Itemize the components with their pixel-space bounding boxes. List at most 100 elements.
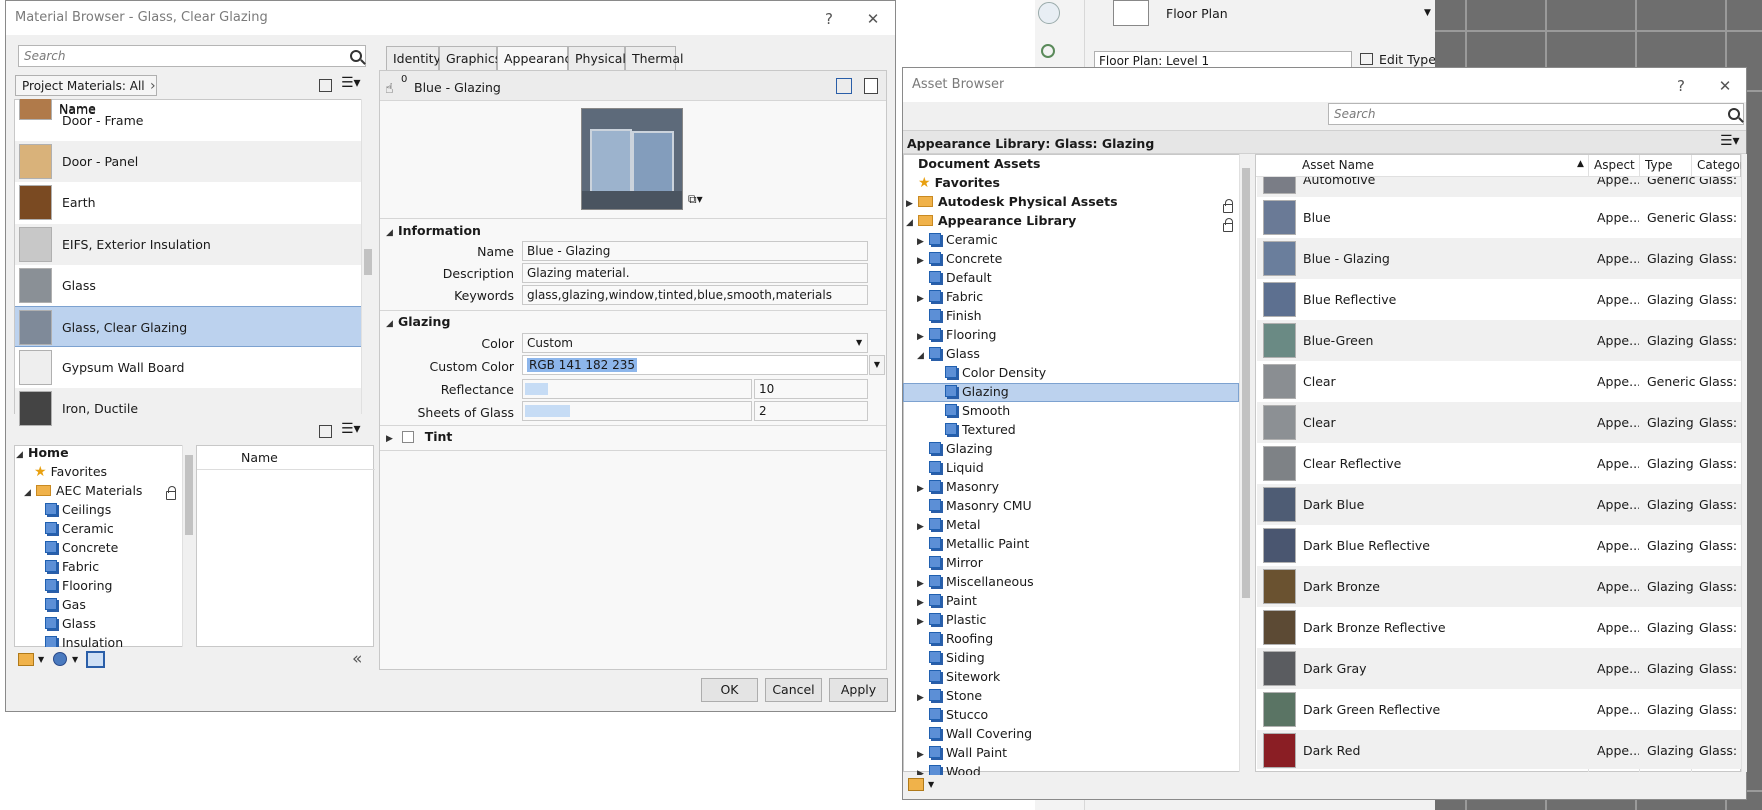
ok-button[interactable]: OK <box>701 678 758 702</box>
asset-row[interactable]: Automotive Appe... Generic Glass: G <box>1257 177 1742 197</box>
asset-list-scrollbar[interactable] <box>1741 154 1747 772</box>
reflectance-slider[interactable] <box>522 379 752 399</box>
asset-close-button[interactable]: ✕ <box>1714 75 1736 97</box>
tab-graphics[interactable]: Graphics <box>439 46 501 71</box>
expand-icon[interactable]: ▶ <box>917 522 929 532</box>
asset-tree-item[interactable]: ▶ Wall Paint <box>917 745 1007 764</box>
collapse-panel-icon[interactable]: « <box>352 649 362 669</box>
asset-tree-item[interactable]: Masonry CMU <box>917 498 1032 517</box>
tab-thermal[interactable]: Thermal <box>625 46 683 71</box>
asset-tree-item[interactable]: Sitework <box>917 669 1000 688</box>
asset-tree-item[interactable]: Liquid <box>917 460 984 479</box>
asset-view-options-icon[interactable]: ☰▾ <box>1720 133 1740 149</box>
asset-tree-scrollbar[interactable] <box>1239 154 1251 772</box>
asset-row[interactable]: Dark Blue Appe... Glazing Glass: G <box>1257 484 1742 525</box>
project-materials-filter[interactable]: Project Materials: All <box>15 75 157 96</box>
asset-tree-item[interactable]: ◢ Appearance Library <box>906 213 1076 232</box>
sheets-value[interactable]: 2 <box>754 401 868 421</box>
asset-tree-item[interactable]: ▶ Paint <box>917 593 977 612</box>
asset-tree-item[interactable]: Document Assets <box>906 156 1040 175</box>
library-column-name[interactable]: Name <box>241 450 278 465</box>
material-list-item[interactable]: Glass, Clear Glazing <box>15 306 361 347</box>
asset-tree-item[interactable]: Glazing <box>917 441 993 460</box>
asset-tree-item[interactable]: ▶ Ceramic <box>917 232 998 251</box>
collapse-icon[interactable]: ◢ <box>917 351 929 361</box>
asset-search-input[interactable]: Search <box>1328 103 1744 125</box>
asset-tree-item[interactable]: Mirror <box>917 555 983 574</box>
view-type-dropdown-arrow[interactable]: ▼ <box>1424 8 1431 18</box>
asset-tree-item[interactable]: Wall Covering <box>917 726 1032 745</box>
tree-favorites[interactable]: ★ Favorites <box>34 464 107 483</box>
asset-row[interactable]: Blue Reflective Appe... Glazing Glass: G <box>1257 279 1742 320</box>
asset-row[interactable]: Dark Bronze Reflective Appe... Glazing Glas… <box>1257 607 1742 648</box>
expand-icon[interactable]: ▶ <box>917 617 929 627</box>
replace-asset-icon[interactable] <box>836 78 852 94</box>
asset-row[interactable]: Clear Appe... Glazing Glass: G <box>1257 402 1742 443</box>
tint-section-header[interactable]: ▶ Tint <box>386 429 452 444</box>
asset-search-icon[interactable] <box>1728 108 1740 120</box>
asset-tree-item[interactable]: ▶ Concrete <box>917 251 1002 270</box>
asset-tree-item[interactable]: Color Density <box>933 365 1046 384</box>
library-tree-scrollbar[interactable] <box>182 445 194 647</box>
asset-help-button[interactable]: ? <box>1670 75 1692 97</box>
search-icon[interactable] <box>350 50 362 62</box>
asset-tree-item[interactable]: ▶ Flooring <box>917 327 996 346</box>
view-cube-icon[interactable] <box>1038 2 1060 24</box>
tab-appearance[interactable]: Appearance <box>497 46 579 71</box>
edit-type-button[interactable]: Edit Type <box>1379 52 1436 67</box>
asset-tree-item[interactable]: Stucco <box>917 707 988 726</box>
description-field[interactable]: Glazing material. <box>522 263 868 283</box>
tree-aec-materials[interactable]: ◢ AEC Materials <box>24 483 142 502</box>
asset-tree-item[interactable]: Textured <box>933 422 1016 441</box>
expand-icon[interactable]: ▶ <box>917 256 929 266</box>
library-tree-item[interactable]: Fabric <box>45 559 99 578</box>
expand-icon[interactable]: ▶ <box>917 598 929 608</box>
tab-physical[interactable]: Physical <box>568 46 626 71</box>
asset-tree-item[interactable]: ▶ Metal <box>917 517 981 536</box>
asset-tree-item[interactable]: ▶ Plastic <box>917 612 986 631</box>
keywords-field[interactable]: glass,glazing,window,tinted,blue,smooth,… <box>522 285 868 305</box>
column-aspect[interactable]: Aspect <box>1594 158 1635 172</box>
chevron-down-icon[interactable]: ▼ <box>856 338 862 347</box>
expand-icon[interactable]: ▶ <box>917 237 929 247</box>
expand-icon[interactable]: ▶ <box>917 579 929 589</box>
asset-row[interactable]: Blue-Green Appe... Glazing Glass: G <box>1257 320 1742 361</box>
help-button[interactable]: ? <box>818 8 840 30</box>
tree-home[interactable]: ◢ Home <box>16 445 69 464</box>
duplicate-asset-icon[interactable] <box>864 78 878 94</box>
library-toggle-icon[interactable] <box>319 425 332 438</box>
asset-row[interactable]: Dark Bronze Appe... Glazing Glass: G <box>1257 566 1742 607</box>
library-tree-item[interactable]: Ceilings <box>45 502 111 521</box>
dropdown-arrow-icon[interactable]: ▼ <box>38 655 44 664</box>
library-tree-item[interactable]: Ceramic <box>45 521 114 540</box>
expand-icon[interactable]: ▶ <box>917 769 929 775</box>
globe-icon[interactable] <box>53 652 67 666</box>
asset-tree-item[interactable]: ◢ Glass <box>917 346 980 365</box>
asset-row[interactable]: Dark Blue Reflective Appe... Glazing Glass:… <box>1257 525 1742 566</box>
asset-tree-item[interactable]: Finish <box>917 308 982 327</box>
asset-tree-item[interactable]: ★ Favorites <box>906 175 1000 194</box>
library-tree-item[interactable]: Gas <box>45 597 86 616</box>
material-list-item[interactable]: Gypsum Wall Board <box>15 347 361 388</box>
library-tree-item[interactable]: Glass <box>45 616 96 635</box>
tab-identity[interactable]: Identity <box>386 46 441 71</box>
column-asset-name[interactable]: Asset Name <box>1302 158 1374 172</box>
dropdown-arrow-icon[interactable]: ▼ <box>928 780 934 789</box>
asset-tree-item[interactable]: ▶ Miscellaneous <box>917 574 1034 593</box>
asset-tree-item[interactable]: Glazing <box>933 384 1009 403</box>
asset-tree-item[interactable]: ▶ Stone <box>917 688 982 707</box>
create-material-icon[interactable] <box>18 653 34 666</box>
asset-row[interactable]: Clear Appe... Generic Glass: G <box>1257 361 1742 402</box>
color-select[interactable]: Custom <box>522 333 868 353</box>
library-tree-item[interactable]: Flooring <box>45 578 112 597</box>
asset-tree-item[interactable]: ▶ Autodesk Physical Assets <box>906 194 1118 213</box>
asset-row[interactable]: Dark Gray Appe... Glazing Glass: G <box>1257 648 1742 689</box>
asset-row[interactable]: Blue - Glazing Appe... Glazing Glass: G <box>1257 238 1742 279</box>
tint-checkbox[interactable] <box>402 431 415 443</box>
expand-icon[interactable]: ▶ <box>917 294 929 304</box>
view-toggle-icon[interactable] <box>319 79 332 92</box>
material-list-item[interactable]: EIFS, Exterior Insulation <box>15 224 361 265</box>
column-category[interactable]: Categor <box>1697 158 1741 172</box>
asset-row[interactable]: Dark Red Appe... Glazing Glass: G <box>1257 730 1742 769</box>
apply-button[interactable]: Apply <box>829 678 888 702</box>
